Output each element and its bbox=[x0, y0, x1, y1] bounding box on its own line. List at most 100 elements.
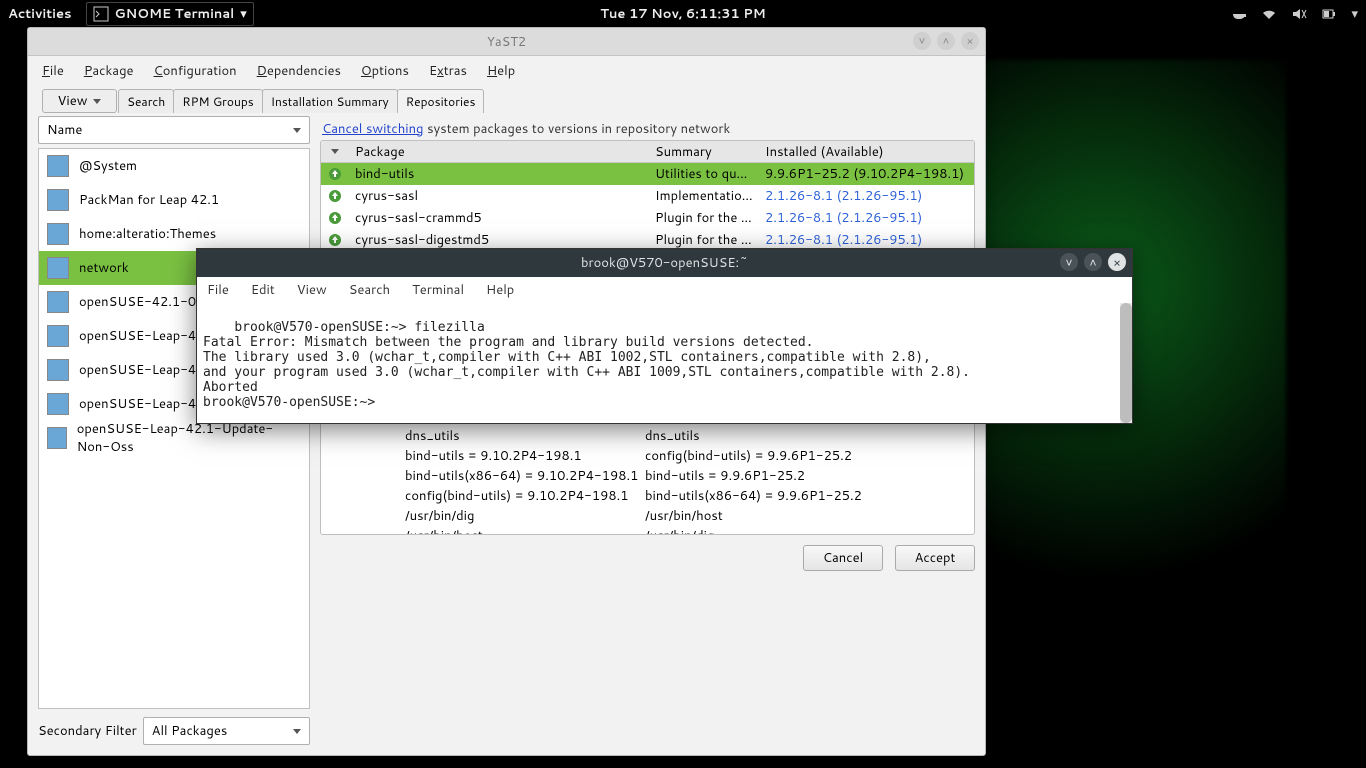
close-button[interactable]: × bbox=[961, 32, 979, 50]
update-icon[interactable] bbox=[321, 167, 349, 181]
repo-item[interactable]: home:alteratio:Themes bbox=[39, 217, 309, 251]
update-icon[interactable] bbox=[321, 211, 349, 225]
menu-file[interactable]: File bbox=[42, 62, 64, 80]
caffeine-icon[interactable] bbox=[1231, 6, 1247, 22]
minimize-button[interactable]: ˅ bbox=[1060, 253, 1078, 271]
package-name: cyrus-sasl bbox=[349, 187, 649, 205]
accept-button[interactable]: Accept bbox=[895, 545, 975, 571]
close-button[interactable]: × bbox=[1108, 253, 1126, 271]
battery-icon[interactable] bbox=[1321, 6, 1337, 22]
terminal-menu-terminal[interactable]: Terminal bbox=[412, 281, 464, 299]
vertical-scrollbar[interactable] bbox=[1120, 303, 1132, 423]
secondary-filter-label: Secondary Filter bbox=[38, 722, 137, 740]
repo-sort-label: Name bbox=[47, 121, 82, 139]
view-tab-rpm-groups[interactable]: RPM Groups bbox=[173, 89, 262, 113]
chevron-down-icon bbox=[293, 729, 301, 734]
repo-label: home:alteratio:Themes bbox=[79, 225, 216, 243]
yast-toolbar: View SearchRPM GroupsInstallation Summar… bbox=[28, 86, 985, 116]
terminal-title: brook@V570-openSUSE:~ bbox=[581, 254, 748, 272]
detail-alt-value: bind-utils = 9.10.2P4-198.1 bbox=[405, 446, 645, 466]
update-icon[interactable] bbox=[321, 189, 349, 203]
package-pane: Cancel switching system packages to vers… bbox=[320, 116, 975, 745]
view-tab-search[interactable]: Search bbox=[118, 89, 174, 113]
terminal-menu-file[interactable]: File bbox=[207, 281, 229, 299]
switch-notice: Cancel switching system packages to vers… bbox=[320, 116, 975, 140]
cancel-switching-link[interactable]: Cancel switching bbox=[322, 120, 424, 138]
terminal-menu-view[interactable]: View bbox=[297, 281, 327, 299]
detail-inst-value: bind-utils = 9.9.6P1-25.2 bbox=[645, 466, 885, 486]
repo-icon bbox=[47, 393, 69, 415]
package-row[interactable]: cyrus-sasl-crammd5Plugin for the C...2.1… bbox=[321, 207, 974, 229]
repo-item[interactable]: @System bbox=[39, 149, 309, 183]
terminal-titlebar[interactable]: brook@V570-openSUSE:~ ˅ ˄ × bbox=[197, 249, 1132, 277]
repo-icon bbox=[47, 223, 69, 245]
package-name: cyrus-sasl-crammd5 bbox=[349, 209, 649, 227]
detail-label bbox=[335, 526, 405, 535]
terminal-menu-edit[interactable]: Edit bbox=[251, 281, 275, 299]
package-summary: Plugin for the D... bbox=[649, 231, 759, 249]
view-button[interactable]: View bbox=[42, 89, 117, 113]
repo-item[interactable]: PackMan for Leap 42.1 bbox=[39, 183, 309, 217]
detail-label bbox=[335, 446, 405, 466]
chevron-down-icon[interactable]: ▾ bbox=[1351, 5, 1358, 23]
chevron-down-icon[interactable] bbox=[331, 149, 339, 154]
package-name: cyrus-sasl-digestmd5 bbox=[349, 231, 649, 249]
detail-label bbox=[335, 486, 405, 506]
header-summary[interactable]: Summary bbox=[649, 143, 759, 161]
chevron-down-icon: ▾ bbox=[240, 5, 247, 23]
detail-alt-value: dns_utils bbox=[405, 426, 645, 446]
menu-package[interactable]: Package bbox=[84, 62, 134, 80]
repo-list[interactable]: @System PackMan for Leap 42.1 home:alterat… bbox=[38, 148, 310, 709]
package-row[interactable]: cyrus-saslImplementation...2.1.26-8.1 (2… bbox=[321, 185, 974, 207]
package-table[interactable]: Package Summary Installed (Available) bi… bbox=[320, 140, 975, 252]
update-icon[interactable] bbox=[321, 233, 349, 247]
app-indicator-label: GNOME Terminal bbox=[115, 5, 235, 23]
view-tab-installation-summary[interactable]: Installation Summary bbox=[262, 89, 398, 113]
header-package[interactable]: Package bbox=[349, 143, 649, 161]
package-summary: Plugin for the C... bbox=[649, 209, 759, 227]
yast-titlebar[interactable]: YaST2 ˅ ˄ × bbox=[28, 28, 985, 56]
menu-options[interactable]: Options bbox=[361, 62, 409, 80]
menu-extras[interactable]: Extras bbox=[429, 62, 467, 80]
detail-inst-value: dns_utils bbox=[645, 426, 885, 446]
clock[interactable]: Tue 17 Nov, 6:11:31 PM bbox=[600, 5, 766, 23]
chevron-down-icon bbox=[293, 128, 301, 133]
menu-dependencies[interactable]: Dependencies bbox=[257, 62, 341, 80]
terminal-output[interactable]: brook@V570-openSUSE:~> filezilla Fatal E… bbox=[197, 303, 1132, 423]
menu-configuration[interactable]: Configuration bbox=[154, 62, 237, 80]
package-row[interactable]: bind-utilsUtilities to quer...9.9.6P1-25… bbox=[321, 163, 974, 185]
secondary-filter-combo[interactable]: All Packages bbox=[143, 717, 310, 745]
volume-icon[interactable] bbox=[1291, 6, 1307, 22]
detail-alt-value: /usr/bin/host bbox=[405, 526, 645, 535]
maximize-button[interactable]: ˄ bbox=[1084, 253, 1102, 271]
repo-label: PackMan for Leap 42.1 bbox=[79, 191, 219, 209]
terminal-menu-help[interactable]: Help bbox=[486, 281, 514, 299]
repo-sort-combo[interactable]: Name bbox=[38, 116, 310, 144]
terminal-menu-search[interactable]: Search bbox=[349, 281, 390, 299]
view-tab-repositories[interactable]: Repositories bbox=[397, 89, 485, 113]
cancel-button[interactable]: Cancel bbox=[803, 545, 883, 571]
repo-icon bbox=[47, 427, 67, 449]
detail-alt-value: config(bind-utils) = 9.10.2P4-198.1 bbox=[405, 486, 645, 506]
app-indicator[interactable]: GNOME Terminal ▾ bbox=[86, 2, 254, 26]
repo-icon bbox=[47, 325, 69, 347]
yast-window-title: YaST2 bbox=[487, 33, 526, 51]
wifi-icon[interactable] bbox=[1261, 6, 1277, 22]
repo-item[interactable]: openSUSE-Leap-42.1-Update-Non-Oss bbox=[39, 421, 309, 455]
package-summary: Implementation... bbox=[649, 187, 759, 205]
activities-button[interactable]: Activities bbox=[8, 5, 72, 23]
minimize-button[interactable]: ˅ bbox=[913, 32, 931, 50]
detail-alt-value: /usr/bin/dig bbox=[405, 506, 645, 526]
maximize-button[interactable]: ˄ bbox=[937, 32, 955, 50]
package-summary: Utilities to quer... bbox=[649, 165, 759, 183]
header-version[interactable]: Installed (Available) bbox=[759, 143, 974, 161]
detail-inst-value: /usr/bin/host bbox=[645, 506, 885, 526]
detail-inst-value: config(bind-utils) = 9.9.6P1-25.2 bbox=[645, 446, 885, 466]
menu-help[interactable]: Help bbox=[487, 62, 515, 80]
detail-label bbox=[335, 426, 405, 446]
repo-icon bbox=[47, 155, 69, 177]
package-version: 2.1.26-8.1 (2.1.26-95.1) bbox=[759, 209, 974, 227]
gnome-top-bar: Activities GNOME Terminal ▾ Tue 17 Nov, … bbox=[0, 0, 1366, 27]
chevron-down-icon bbox=[93, 99, 101, 104]
switch-notice-text: system packages to versions in repositor… bbox=[424, 120, 731, 138]
